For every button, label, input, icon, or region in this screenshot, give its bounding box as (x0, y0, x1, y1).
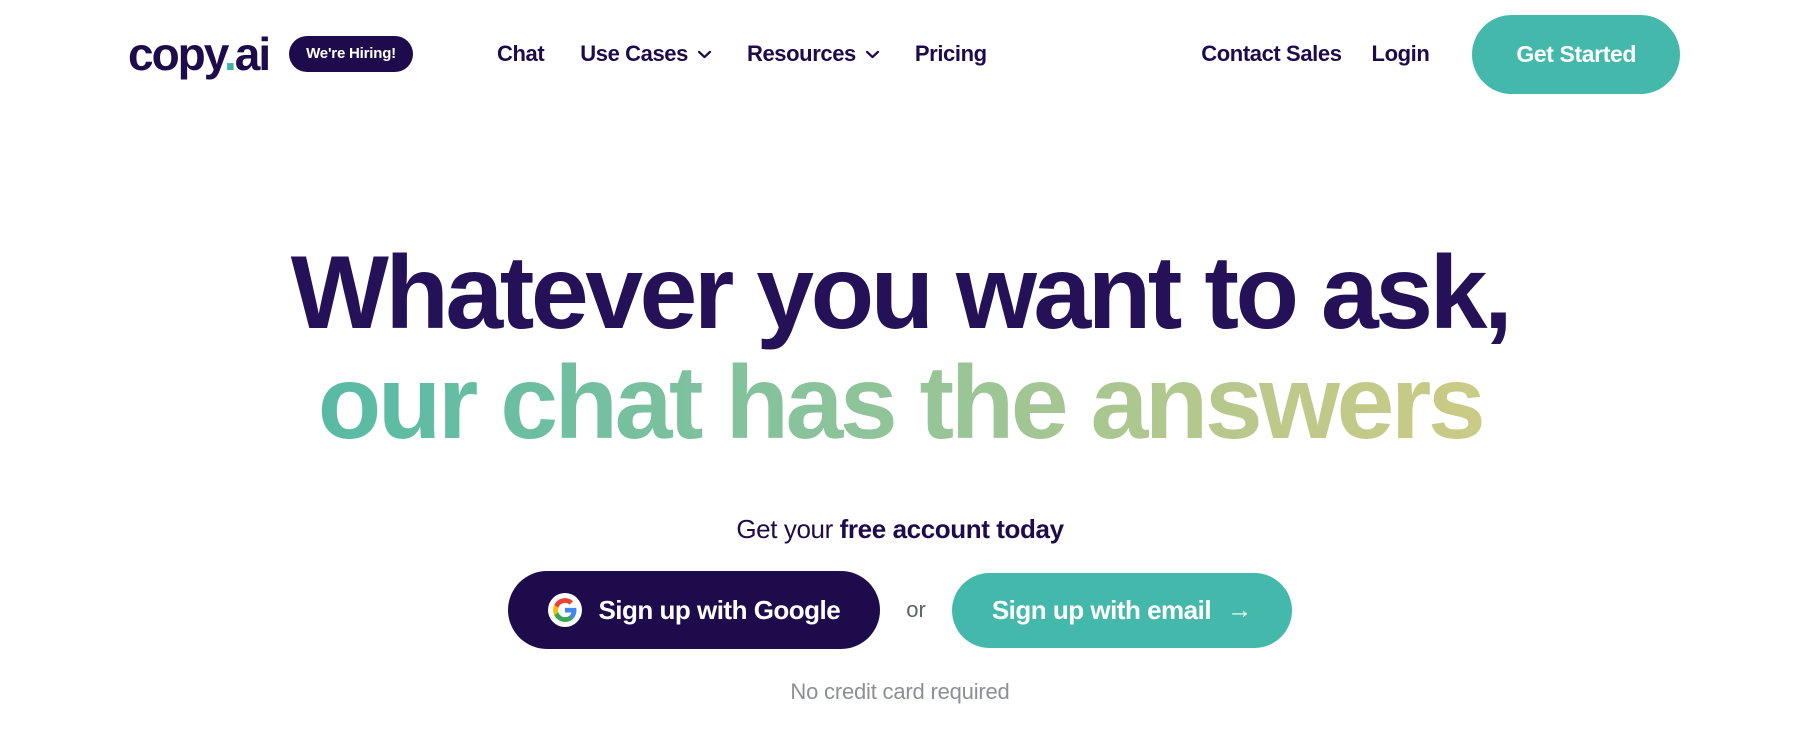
logo-suffix: ai (234, 28, 271, 80)
primary-navigation: Chat Use Cases Resources Pricing (479, 41, 1005, 67)
nav-item-resources[interactable]: Resources (729, 41, 897, 67)
hero-section: Whatever you want to ask, our chat has t… (0, 108, 1800, 705)
site-header: copy.ai We're Hiring! Chat Use Cases Res… (0, 0, 1800, 108)
arrow-right-icon: → (1227, 595, 1252, 624)
signup-subheading-strong: free account today (839, 514, 1064, 545)
copyai-logo[interactable]: copy.ai (128, 28, 271, 80)
chevron-down-icon (697, 48, 711, 61)
nav-label-resources: Resources (746, 41, 856, 66)
sign-up-with-email-button[interactable]: Sign up with email → (951, 572, 1292, 648)
were-hiring-badge[interactable]: We're Hiring! (289, 36, 413, 72)
signup-subheading-prefix: Get your (736, 514, 840, 545)
nav-label-chat: Chat (496, 41, 545, 66)
nav-item-contact-sales[interactable]: Contact Sales (1186, 41, 1356, 67)
signup-actions: Sign up with Google or Sign up with emai… (0, 571, 1800, 650)
sign-up-with-google-label: Sign up with Google (598, 594, 841, 625)
sign-up-with-email-label: Sign up with email (991, 594, 1212, 625)
nav-label-use-cases: Use Cases (580, 41, 688, 66)
google-icon (548, 593, 583, 628)
signup-subheading: Get your free account today (0, 514, 1800, 545)
get-started-button[interactable]: Get Started (1472, 14, 1680, 94)
chevron-down-icon (865, 48, 879, 61)
nav-label-contact-sales: Contact Sales (1201, 41, 1342, 66)
brand-zone: copy.ai We're Hiring! (128, 31, 413, 77)
nav-item-login[interactable]: Login (1357, 41, 1445, 67)
secondary-navigation: Contact Sales Login Get Started (1186, 14, 1680, 94)
nav-item-pricing[interactable]: Pricing (897, 41, 1005, 67)
no-credit-card-note: No credit card required (790, 679, 1010, 705)
sign-up-with-google-button[interactable]: Sign up with Google (508, 571, 881, 650)
nav-item-use-cases[interactable]: Use Cases (562, 41, 729, 67)
page-title: Whatever you want to ask, our chat has t… (0, 235, 1800, 459)
logo-word: copy (128, 28, 226, 80)
nav-item-chat[interactable]: Chat (479, 41, 562, 67)
headline-line-2: our chat has the answers (0, 348, 1800, 458)
logo-dot: . (223, 28, 237, 80)
nav-label-login: Login (1371, 41, 1430, 66)
headline-line-1: Whatever you want to ask, (290, 235, 1513, 351)
or-separator: or (906, 597, 926, 623)
nav-label-pricing: Pricing (914, 41, 987, 66)
